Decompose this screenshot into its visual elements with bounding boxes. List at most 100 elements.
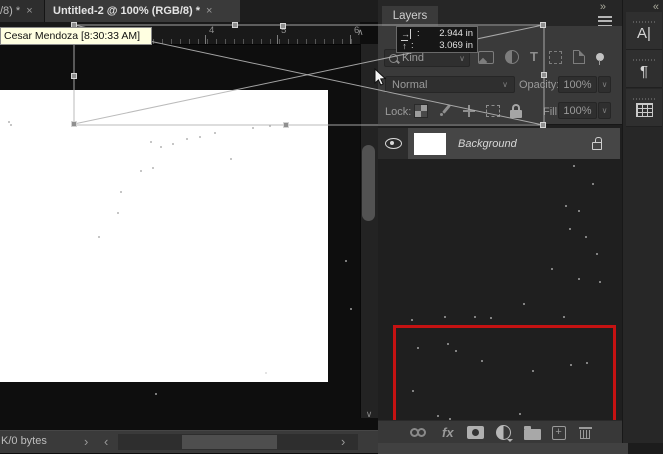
character-panel-icon: A| xyxy=(637,24,651,42)
filter-shape-layers-icon[interactable] xyxy=(548,50,562,64)
noise-dot xyxy=(585,236,587,238)
noise-dot xyxy=(565,205,567,207)
opacity-value: 100% xyxy=(563,78,592,91)
close-icon[interactable]: × xyxy=(26,5,32,17)
noise-dot xyxy=(186,138,188,140)
noise-dot xyxy=(474,316,476,318)
noise-dot xyxy=(8,121,10,123)
filter-pixel-layers-icon[interactable] xyxy=(478,50,494,64)
ruler-major-tick xyxy=(277,35,278,44)
collapse-panel-icon[interactable]: » xyxy=(600,1,606,13)
scroll-right-icon[interactable]: › xyxy=(341,434,345,449)
layer-list: Background xyxy=(378,124,622,454)
fill-scrubber[interactable]: ∨ xyxy=(598,102,611,119)
filter-toggle-icon[interactable] xyxy=(595,53,604,65)
chevron-down-icon: ∨ xyxy=(502,80,508,89)
lock-pixels-icon[interactable] xyxy=(438,104,452,118)
y-position-value: 3.069 in xyxy=(439,39,473,51)
noise-dot xyxy=(117,212,119,214)
close-icon[interactable]: × xyxy=(206,5,212,17)
noise-dot xyxy=(532,370,534,372)
chevron-down-icon: ∨ xyxy=(601,80,608,89)
scroll-down-icon[interactable]: ∨ xyxy=(360,407,378,423)
lock-position-icon[interactable] xyxy=(462,104,476,118)
fill-input[interactable]: 100% xyxy=(558,102,597,119)
filter-adjustment-layers-icon[interactable] xyxy=(505,50,519,64)
transform-x-row: → : 2.944 in xyxy=(401,28,473,39)
lock-options xyxy=(414,102,534,120)
blend-mode-value: Normal xyxy=(392,78,428,91)
new-group-icon[interactable] xyxy=(523,425,541,440)
noise-dot xyxy=(152,167,154,169)
add-layer-mask-icon[interactable] xyxy=(466,426,484,439)
layer-row-background[interactable]: Background xyxy=(408,128,620,159)
document-tab-active[interactable]: Untitled-2 @ 100% (RGB/8) * × xyxy=(45,0,240,22)
noise-dot xyxy=(140,170,142,172)
new-layer-icon[interactable]: + xyxy=(551,425,566,440)
table-panel-button[interactable] xyxy=(626,89,662,127)
status-flyout-icon[interactable]: › xyxy=(84,434,88,449)
lock-all-icon[interactable] xyxy=(510,104,522,118)
ruler-major-tick xyxy=(205,35,206,44)
layer-filter-icons: T xyxy=(478,47,612,67)
noise-dot xyxy=(596,253,598,255)
x-position-value: 2.944 in xyxy=(439,28,473,40)
dock-bottom-strip xyxy=(628,443,663,454)
noise-dot xyxy=(412,390,414,392)
transform-values-tooltip: → : 2.944 in ↑ : 3.069 in xyxy=(396,26,478,53)
noise-dot xyxy=(10,124,12,126)
noise-dot xyxy=(269,125,271,127)
noise-dot xyxy=(570,364,572,366)
drag-grip-icon xyxy=(633,20,655,23)
lock-artboard-icon[interactable] xyxy=(486,105,500,117)
filter-smart-objects-icon[interactable] xyxy=(572,50,585,64)
noise-dot xyxy=(578,278,580,280)
noise-dot xyxy=(578,210,580,212)
noise-dot xyxy=(449,418,451,420)
noise-dot xyxy=(437,415,439,417)
drag-grip-icon xyxy=(633,58,655,61)
scroll-left-icon[interactable]: ‹ xyxy=(104,434,108,449)
blend-mode-dropdown[interactable]: Normal ∨ xyxy=(385,76,515,93)
noise-dot xyxy=(265,372,267,374)
vertical-scrollbar-thumb[interactable] xyxy=(362,145,375,221)
noise-dot xyxy=(98,236,100,238)
character-panel-button[interactable]: A| xyxy=(626,12,662,50)
filter-kind-label: Kind xyxy=(402,52,425,64)
panel-menu-icon[interactable] xyxy=(598,16,612,26)
noise-dot xyxy=(563,316,565,318)
delete-layer-icon[interactable] xyxy=(578,425,592,440)
opacity-input[interactable]: 100% xyxy=(558,76,597,93)
noise-dot xyxy=(350,308,352,310)
noise-dot xyxy=(592,183,594,185)
document-canvas[interactable] xyxy=(0,90,328,382)
noise-dot xyxy=(411,319,413,321)
filter-type-layers-icon[interactable]: T xyxy=(530,50,538,63)
paragraph-panel-icon: ¶ xyxy=(639,62,649,80)
paragraph-panel-button[interactable]: ¶ xyxy=(626,50,662,88)
layer-effects-icon[interactable]: fx xyxy=(442,425,454,440)
noise-dot xyxy=(551,268,553,270)
link-layers-icon[interactable] xyxy=(410,427,428,438)
document-tab-bar: /8) * × Untitled-2 @ 100% (RGB/8) * × xyxy=(0,0,378,22)
document-tab-partial[interactable]: /8) * × xyxy=(0,0,45,22)
layer-visibility-toggle[interactable] xyxy=(378,128,408,159)
new-adjustment-layer-icon[interactable] xyxy=(495,425,513,442)
y-position-icon: ↑ xyxy=(401,39,408,51)
lock-transparency-icon[interactable] xyxy=(414,104,428,118)
x-position-icon: → xyxy=(401,28,411,39)
layer-thumbnail[interactable] xyxy=(414,132,446,155)
transform-y-row: ↑ : 3.069 in xyxy=(401,39,473,51)
noise-dot xyxy=(199,136,201,138)
opacity-scrubber[interactable]: ∨ xyxy=(598,76,611,93)
ruler-caret-icon: ∧ xyxy=(357,27,364,37)
fill-value: 100% xyxy=(563,104,592,117)
collaborator-tooltip-text: Cesar Mendoza [8:30:33 AM] xyxy=(4,30,140,42)
drag-grip-icon xyxy=(633,98,655,100)
noise-dot xyxy=(586,362,588,364)
vertical-scrollbar[interactable] xyxy=(360,44,379,418)
tab-layers[interactable]: Layers xyxy=(382,6,438,26)
noise-dot xyxy=(172,143,174,145)
layers-panel-toolbar: fx + xyxy=(378,420,622,444)
horizontal-scrollbar-thumb[interactable] xyxy=(182,435,277,449)
